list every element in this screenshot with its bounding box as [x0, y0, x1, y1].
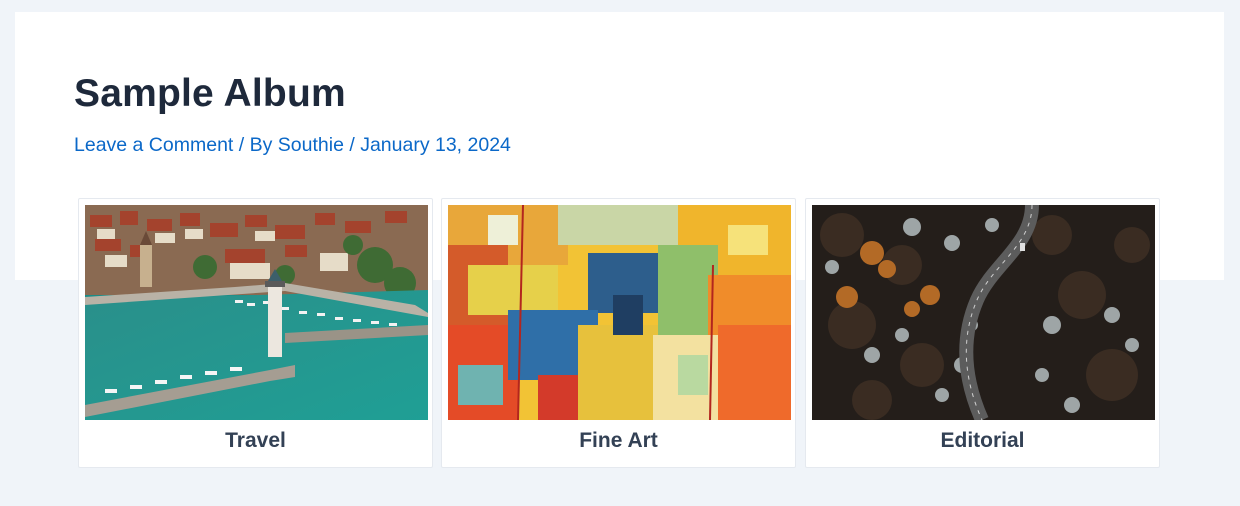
album-thumbnail-fine-art[interactable] — [448, 205, 791, 420]
album-card-editorial[interactable]: Editorial — [805, 198, 1160, 468]
post-meta: Leave a Comment / By Southie / January 1… — [74, 134, 511, 157]
album-title-editorial[interactable]: Editorial — [806, 420, 1159, 468]
forest-road-aerial-photo — [812, 205, 1155, 420]
abstract-colorful-painting — [448, 205, 791, 420]
leave-comment-link[interactable]: Leave a Comment — [74, 134, 233, 156]
meta-separator: / — [349, 134, 355, 156]
page-title: Sample Album — [74, 72, 346, 115]
author-link[interactable]: Southie — [278, 134, 344, 156]
album-card-travel[interactable]: Travel — [78, 198, 433, 468]
album-thumbnail-editorial[interactable] — [812, 205, 1155, 420]
album-title-fine-art[interactable]: Fine Art — [442, 420, 795, 468]
harbor-town-aerial-photo — [85, 205, 428, 420]
album-title-travel[interactable]: Travel — [79, 420, 432, 468]
post-date-link[interactable]: January 13, 2024 — [360, 134, 511, 156]
meta-separator: / — [238, 134, 245, 156]
album-card-fine-art[interactable]: Fine Art — [441, 198, 796, 468]
by-label: By — [249, 134, 273, 156]
album-thumbnail-travel[interactable] — [85, 205, 428, 420]
